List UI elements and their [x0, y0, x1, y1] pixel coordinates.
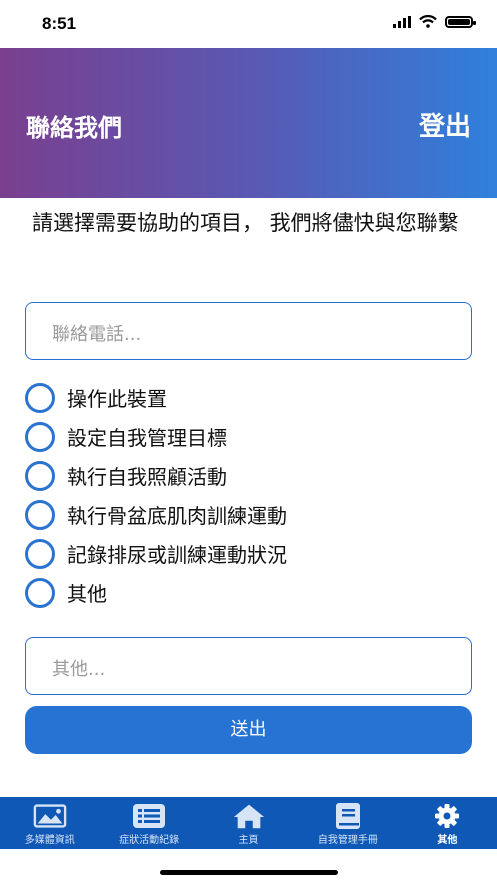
option-set-goals[interactable]: 設定自我管理目標: [25, 417, 287, 456]
option-record-status[interactable]: 記錄排尿或訓練運動狀況: [25, 534, 287, 573]
tab-bar: 多媒體資訊 症狀活動紀錄 主頁 自我管理手冊 其他: [0, 797, 497, 849]
tab-label: 多媒體資訊: [24, 835, 75, 846]
tab-label: 症狀活動紀錄: [119, 835, 180, 846]
options-list: 操作此裝置 設定自我管理目標 執行自我照顧活動 執行骨盆底肌肉訓練運動 記錄排尿…: [25, 378, 287, 612]
option-other[interactable]: 其他: [25, 573, 287, 612]
radio-button[interactable]: [25, 460, 55, 491]
radio-button[interactable]: [25, 499, 55, 530]
wifi-icon: [419, 15, 437, 28]
gear-icon: [430, 803, 464, 829]
option-label: 設定自我管理目標: [67, 426, 227, 450]
tab-media[interactable]: 多媒體資訊: [0, 797, 99, 849]
status-bar: 8:51: [0, 0, 497, 48]
tab-label: 自我管理手冊: [317, 835, 378, 846]
radio-button[interactable]: [25, 421, 55, 452]
other-input[interactable]: 其他...: [25, 637, 472, 695]
radio-button[interactable]: [25, 382, 55, 413]
home-indicator-area: [0, 849, 497, 883]
option-label: 執行自我照顧活動: [67, 465, 227, 489]
media-icon: [33, 803, 67, 829]
tab-other[interactable]: 其他: [398, 797, 497, 849]
page-title: 聯絡我們: [26, 114, 122, 142]
home-indicator[interactable]: [160, 870, 338, 875]
battery-icon: [445, 15, 476, 28]
header: 聯絡我們 登出: [0, 48, 497, 198]
radio-button[interactable]: [25, 538, 55, 569]
option-self-care[interactable]: 執行自我照顧活動: [25, 456, 287, 495]
tab-symptom-log[interactable]: 症狀活動紀錄: [99, 797, 198, 849]
submit-button[interactable]: 送出: [25, 706, 472, 754]
tab-home[interactable]: 主頁: [199, 797, 298, 849]
option-label: 其他: [67, 582, 107, 606]
home-icon: [232, 803, 266, 829]
option-pelvic-training[interactable]: 執行骨盆底肌肉訓練運動: [25, 495, 287, 534]
status-icons: [393, 15, 476, 28]
phone-input-placeholder: 聯絡電話...: [52, 324, 142, 345]
radio-button[interactable]: [25, 577, 55, 608]
signal-icon: [393, 15, 411, 28]
tab-label: 其他: [437, 835, 458, 846]
list-icon: [132, 803, 166, 829]
option-operate-device[interactable]: 操作此裝置: [25, 378, 287, 417]
status-time: 8:51: [42, 14, 77, 33]
tab-handbook[interactable]: 自我管理手冊: [298, 797, 397, 849]
tab-label: 主頁: [238, 835, 259, 846]
book-icon: [331, 803, 365, 829]
logout-button[interactable]: 登出: [419, 106, 471, 143]
option-label: 記錄排尿或訓練運動狀況: [67, 543, 287, 567]
intro-text: 請選擇需要協助的項目， 我們將儘快與您聯繫: [32, 211, 459, 235]
phone-input[interactable]: 聯絡電話...: [25, 302, 472, 360]
option-label: 執行骨盆底肌肉訓練運動: [67, 504, 287, 528]
option-label: 操作此裝置: [67, 387, 167, 411]
other-input-placeholder: 其他...: [52, 659, 106, 680]
